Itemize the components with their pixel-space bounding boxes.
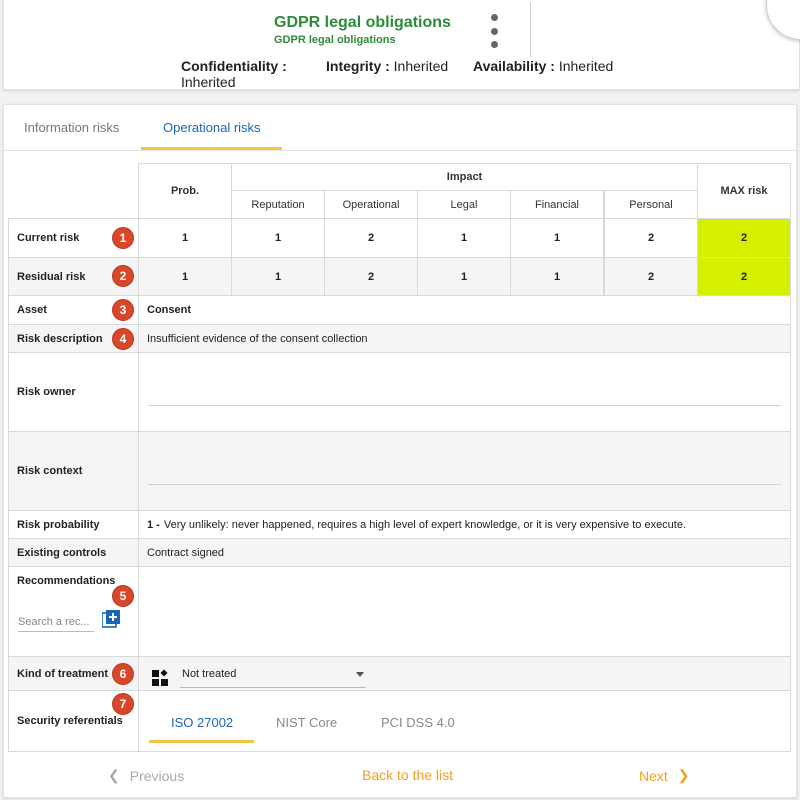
residual-operational[interactable]: 2 — [324, 257, 418, 296]
risk-probability-value: 1 - Very unlikely: never happened, requir… — [138, 510, 791, 539]
add-recommendation-icon[interactable] — [102, 610, 120, 628]
corner-action-button[interactable] — [766, 0, 800, 40]
callout-badge-5: 5 — [112, 585, 134, 607]
current-personal[interactable]: 2 — [604, 218, 698, 258]
impact-header: Impact — [231, 163, 698, 191]
next-label: Next — [639, 767, 668, 784]
risk-owner-cell — [138, 352, 791, 432]
current-operational[interactable]: 2 — [324, 218, 418, 258]
active-tab-indicator — [141, 147, 282, 150]
risk-owner-label: Risk owner — [8, 352, 139, 432]
asset-value: Consent — [138, 295, 791, 325]
chevron-down-icon — [356, 672, 364, 677]
callout-badge-6: 6 — [112, 663, 134, 685]
callout-badge-1: 1 — [112, 227, 134, 249]
risk-description-value: Insufficient evidence of the consent col… — [138, 324, 791, 353]
chevron-left-icon: ❮ — [108, 767, 120, 783]
current-financial[interactable]: 1 — [510, 218, 604, 258]
risk-context-label: Risk context — [8, 431, 139, 511]
more-options-icon[interactable] — [484, 14, 504, 48]
risk-probability-label: Risk probability — [8, 510, 139, 539]
availability-indicator: Availability : Inherited — [473, 58, 614, 74]
existing-controls-label: Existing controls — [8, 538, 139, 567]
callout-badge-3: 3 — [112, 299, 134, 321]
confidentiality-value: Inherited — [181, 74, 236, 90]
max-risk-header: MAX risk — [697, 163, 791, 219]
treatment-type-icon — [152, 669, 168, 686]
impact-col-operational: Operational — [324, 190, 418, 219]
current-prob[interactable]: 1 — [138, 218, 232, 258]
impact-col-financial: Financial — [510, 190, 604, 219]
residual-reputation[interactable]: 1 — [231, 257, 325, 296]
current-legal[interactable]: 1 — [417, 218, 511, 258]
prob-header: Prob. — [138, 163, 232, 219]
previous-button[interactable]: ❮ Previous — [108, 767, 184, 784]
impact-col-legal: Legal — [417, 190, 511, 219]
risk-tabs: Information risks Operational risks — [4, 105, 798, 151]
recommendation-search-input[interactable]: Search a rec... — [18, 616, 94, 632]
recommendations-label: Recommendations — [17, 575, 116, 587]
existing-controls-value: Contract signed — [138, 538, 791, 567]
tab-pci-dss[interactable]: PCI DSS 4.0 — [381, 715, 455, 730]
callout-badge-2: 2 — [112, 265, 134, 287]
page-subtitle: GDPR legal obligations — [274, 34, 396, 46]
residual-financial[interactable]: 1 — [510, 257, 604, 296]
impact-col-personal: Personal — [604, 190, 698, 219]
chevron-right-icon: ❯ — [677, 767, 690, 783]
tab-operational-risks[interactable]: Operational risks — [163, 120, 261, 135]
page-title: GDPR legal obligations — [274, 14, 451, 31]
current-max-risk: 2 — [697, 218, 791, 258]
risk-context-cell — [138, 431, 791, 511]
back-to-list-button[interactable]: Back to the list — [362, 767, 453, 783]
callout-badge-4: 4 — [112, 328, 134, 350]
tab-nist-core[interactable]: NIST Core — [276, 715, 337, 730]
risk-header: GDPR legal obligations GDPR legal obliga… — [3, 0, 800, 90]
residual-max-risk: 2 — [697, 257, 791, 296]
navigation-footer: ❮ Previous Back to the list Next ❯ — [4, 755, 798, 799]
residual-personal[interactable]: 2 — [604, 257, 698, 296]
risk-owner-input[interactable] — [148, 405, 781, 406]
confidentiality-label: Confidentiality : — [181, 58, 287, 74]
residual-prob[interactable]: 1 — [138, 257, 232, 296]
integrity-indicator: Integrity : Inherited — [326, 58, 449, 74]
impact-col-reputation: Reputation — [231, 190, 325, 219]
next-button[interactable]: Next ❯ — [639, 767, 690, 784]
risk-grid: Prob. Impact Reputation Operational Lega… — [8, 163, 794, 752]
risk-detail-card: Information risks Operational risks Prob… — [3, 104, 798, 799]
header-divider — [530, 2, 531, 57]
callout-badge-7: 7 — [112, 693, 134, 715]
treatment-select[interactable]: Not treated — [180, 668, 366, 688]
tab-iso-27002[interactable]: ISO 27002 — [171, 715, 233, 730]
current-reputation[interactable]: 1 — [231, 218, 325, 258]
active-referential-indicator — [149, 740, 254, 743]
tab-information-risks[interactable]: Information risks — [24, 120, 119, 135]
previous-label: Previous — [129, 767, 185, 784]
recommendations-list — [138, 566, 791, 657]
risk-context-input[interactable] — [148, 484, 781, 485]
residual-legal[interactable]: 1 — [417, 257, 511, 296]
